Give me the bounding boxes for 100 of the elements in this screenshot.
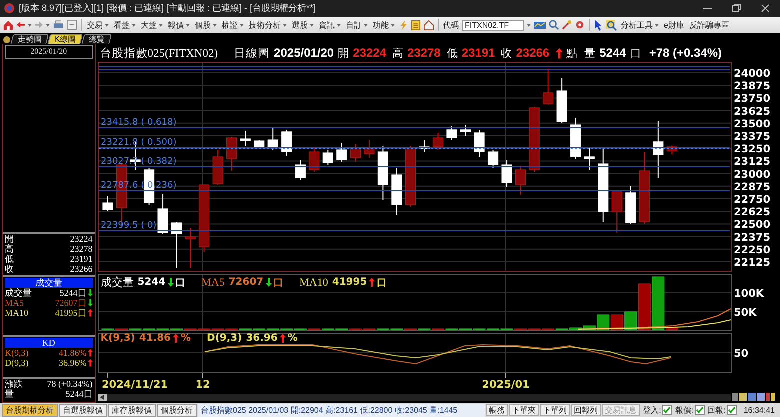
cursor-icon[interactable] xyxy=(594,20,603,30)
price-axis-label: 23625 xyxy=(734,106,770,118)
field-label: 收 xyxy=(5,264,14,274)
code-field[interactable]: FITXN02.TF xyxy=(462,20,524,30)
menu-item[interactable]: 交易 xyxy=(86,18,110,32)
back-arrow-icon[interactable] xyxy=(17,21,25,29)
field-label: D(9,3) xyxy=(5,358,29,368)
candle xyxy=(308,148,320,172)
caret-icon xyxy=(283,24,287,26)
price-axis-label: 22625 xyxy=(734,206,770,219)
bottom-tab[interactable]: 個股分析 xyxy=(157,404,197,416)
caret-icon xyxy=(391,24,395,26)
candle xyxy=(281,129,292,156)
printer-icon[interactable] xyxy=(53,20,64,30)
chart-title: 台股指數025(FITXN02) xyxy=(100,46,218,60)
candle xyxy=(295,160,306,180)
toolbar-link[interactable]: e財庫 xyxy=(663,18,686,32)
candle xyxy=(515,166,526,196)
status-text: 台股指數025 2025/01/03 開:22904 高:23161 低:22800 收:23045 量:1445 xyxy=(198,404,486,416)
toolbar-link[interactable]: 反詐騙專區 xyxy=(688,18,730,32)
tools-icon[interactable] xyxy=(562,20,572,30)
candle xyxy=(254,140,264,148)
kd-axis-label: 50 xyxy=(734,348,748,360)
ohlc-label: 開 xyxy=(338,46,350,60)
indicator-label: 回報: xyxy=(708,404,726,416)
fibonacci-level-label: 23221.8 ( 0.500) xyxy=(100,138,176,148)
price-axis-label: 23250 xyxy=(734,144,770,156)
menu-item[interactable]: 技術分析 xyxy=(248,18,288,32)
close-icon[interactable] xyxy=(761,4,770,13)
menu-item[interactable]: 看盤 xyxy=(113,18,137,32)
candle xyxy=(570,117,581,160)
legend-label: 成交量 xyxy=(100,276,134,290)
candle xyxy=(666,145,678,156)
candle xyxy=(488,150,498,168)
candle xyxy=(556,78,568,124)
toolbar-icons-drawing[interactable] xyxy=(732,393,776,401)
status-button[interactable]: 下單列 xyxy=(540,404,570,416)
menu-item[interactable]: 個股 xyxy=(194,18,218,32)
price-axis-label: 22500 xyxy=(734,219,770,232)
bottom-tab[interactable]: 庫存股報價 xyxy=(108,404,156,416)
code-label: 代碼 xyxy=(443,20,459,30)
section-header: KD xyxy=(5,338,93,348)
gear-icon[interactable] xyxy=(575,20,585,30)
window-icon[interactable] xyxy=(67,20,77,30)
menu-item[interactable]: 報價 xyxy=(167,18,191,32)
status-button[interactable]: 回報列 xyxy=(571,404,602,416)
bottom-tab[interactable]: 台股期權分析 xyxy=(2,404,58,416)
legend-label: MA10 xyxy=(300,276,328,288)
caret-icon xyxy=(527,24,531,26)
magnifier-icon[interactable] xyxy=(606,20,617,30)
toolbar-link[interactable]: 分析工具 xyxy=(620,18,660,32)
scroll-left-button[interactable] xyxy=(98,394,107,400)
chart-icon[interactable] xyxy=(534,20,546,30)
scrollbar[interactable] xyxy=(98,394,731,400)
legend-unit: % xyxy=(288,333,298,344)
caret-icon xyxy=(28,24,32,26)
date-axis-label: 12 xyxy=(195,379,210,391)
field-value: 72607口 xyxy=(55,298,87,308)
menu-item[interactable]: 選股 xyxy=(291,18,315,32)
legend-value: 72607 xyxy=(228,277,264,288)
house-icon[interactable] xyxy=(424,20,434,30)
candle xyxy=(612,191,622,234)
caret-icon xyxy=(46,24,50,26)
candle xyxy=(652,120,664,179)
menu-item[interactable]: 資訊 xyxy=(318,18,342,32)
field-value: 41.86% xyxy=(59,348,87,358)
status-button[interactable]: 下單夾 xyxy=(509,404,540,416)
candle xyxy=(322,150,334,166)
view-tab[interactable]: K線圖 xyxy=(48,34,84,44)
search-icon[interactable] xyxy=(549,20,559,30)
clock-time: 16:34:41 xyxy=(744,406,775,414)
menu-item[interactable]: 自訂 xyxy=(345,18,369,32)
menu-item[interactable]: 權證 xyxy=(221,18,245,32)
status-button[interactable]: 帳務 xyxy=(486,404,508,416)
price-axis-label: 22875 xyxy=(734,181,770,194)
menu-item[interactable]: 大盤 xyxy=(140,18,164,32)
field-value: 23224 xyxy=(70,234,93,244)
field-label: 漲跌 xyxy=(5,379,23,389)
view-tab[interactable]: 總覽 xyxy=(82,34,113,44)
chart-period: 日線圖 xyxy=(234,46,270,60)
view-tab[interactable]: 走勢圖 xyxy=(10,34,50,44)
caret-icon xyxy=(186,24,190,26)
restore-icon[interactable] xyxy=(732,4,741,13)
field-value: 5244口 xyxy=(60,288,87,298)
legend-unit: 口 xyxy=(377,276,388,290)
field-label: 高 xyxy=(5,244,14,254)
candle xyxy=(268,128,278,150)
bottom-tab[interactable]: 自選股報價 xyxy=(59,404,107,416)
notepad-icon[interactable] xyxy=(411,20,421,30)
change-value: +78 (+0.34%) xyxy=(649,46,722,60)
menu-item[interactable]: 功能 xyxy=(372,18,396,32)
indicator-label: 報價: xyxy=(675,404,694,416)
candle xyxy=(446,126,458,141)
candle xyxy=(391,167,402,216)
price-axis-label: 23000 xyxy=(734,168,770,181)
legend-value: 41995 xyxy=(332,277,368,288)
candle xyxy=(240,130,251,146)
volume-label: 量 xyxy=(584,46,596,60)
home-icon[interactable] xyxy=(3,20,14,30)
volume-axis-label: 50K xyxy=(734,307,757,319)
